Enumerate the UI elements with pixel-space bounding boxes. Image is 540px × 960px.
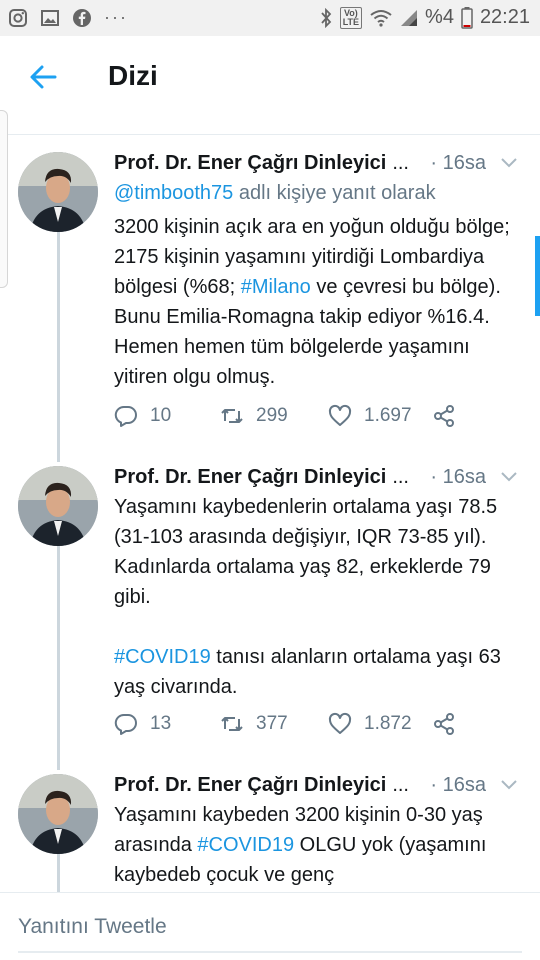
share-icon	[434, 405, 454, 427]
timestamp: · 16sa	[430, 774, 486, 796]
heart-icon	[328, 712, 352, 734]
facebook-icon	[73, 8, 91, 27]
tweet-text: 3200 kişinin açık ara en yoğun olduğu bö…	[114, 212, 524, 392]
tweet-text-part: Yaşamını kaybedenlerin ortalama yaşı 78.…	[114, 496, 498, 608]
timestamp: · 16sa	[430, 466, 486, 488]
share-icon	[434, 713, 454, 735]
app-header: Dizi	[0, 36, 540, 122]
hashtag-link[interactable]: #COVID19	[197, 834, 294, 856]
like-button[interactable]: 1.697	[328, 404, 412, 428]
like-count: 1.697	[364, 405, 412, 426]
ellipsis: ...	[392, 152, 409, 174]
chevron-down-icon[interactable]	[500, 470, 518, 484]
status-bar: ··· Vo) LTE %4 22:21	[0, 0, 540, 36]
hashtag-link[interactable]: #COVID19	[114, 646, 211, 668]
reply-count: 10	[150, 405, 172, 426]
clock: 22:21	[479, 6, 530, 28]
retweet-icon	[221, 717, 243, 731]
reply-composer-bar: Yanıtını Tweetle	[0, 892, 540, 960]
divider	[8, 134, 540, 135]
like-count: 1.872	[364, 713, 412, 734]
share-button[interactable]	[432, 712, 456, 736]
more-notifications-icon: ···	[104, 7, 128, 27]
instagram-icon	[9, 8, 27, 27]
retweet-icon	[221, 409, 243, 423]
share-button[interactable]	[432, 404, 456, 428]
tweet-text: Yaşamını kaybedenlerin ortalama yaşı 78.…	[114, 492, 524, 702]
avatar[interactable]	[18, 774, 98, 854]
battery-icon	[461, 6, 473, 29]
timestamp: · 16sa	[430, 152, 486, 174]
mention-link[interactable]: @timbooth75	[114, 182, 233, 204]
signal-icon	[401, 9, 418, 26]
retweet-button[interactable]: 299	[220, 404, 288, 428]
battery-percent: %4	[425, 6, 454, 28]
reply-button[interactable]: 10	[114, 404, 171, 428]
back-arrow-icon[interactable]	[28, 62, 58, 92]
ellipsis: ...	[392, 466, 409, 488]
reply-icon	[114, 713, 137, 735]
wifi-icon	[370, 9, 392, 27]
tweet[interactable]: Prof. Dr. Ener Çağrı Dinleyici... · 16sa…	[0, 466, 540, 756]
author-name[interactable]: Prof. Dr. Ener Çağrı Dinleyici	[114, 466, 386, 488]
tweet[interactable]: Prof. Dr. Ener Çağrı Dinleyici... · 16sa…	[0, 774, 540, 892]
chevron-down-icon[interactable]	[500, 778, 518, 792]
page-title: Dizi	[108, 60, 158, 91]
avatar[interactable]	[18, 152, 98, 232]
reply-count: 13	[150, 713, 172, 734]
tweet-actions: 10 299 1.697	[114, 404, 474, 434]
reply-icon	[114, 405, 137, 427]
author-name[interactable]: Prof. Dr. Ener Çağrı Dinleyici	[114, 152, 386, 174]
reply-button[interactable]: 13	[114, 712, 171, 736]
volte-icon: Vo) LTE	[339, 6, 363, 29]
retweet-count: 377	[256, 713, 288, 734]
tweet-header: Prof. Dr. Ener Çağrı Dinleyici... · 16sa	[114, 152, 524, 180]
gallery-icon	[41, 9, 59, 26]
retweet-button[interactable]: 377	[220, 712, 288, 736]
like-button[interactable]: 1.872	[328, 712, 412, 736]
reply-context: @timbooth75 adlı kişiye yanıt olarak	[114, 182, 436, 205]
hashtag-link[interactable]: #Milano	[241, 276, 311, 298]
avatar[interactable]	[18, 466, 98, 546]
reply-context-text: adlı kişiye yanıt olarak	[233, 182, 436, 204]
tweet-text: Yaşamını kaybeden 3200 kişinin 0-30 yaş …	[114, 800, 524, 890]
heart-icon	[328, 404, 352, 426]
tweet-header: Prof. Dr. Ener Çağrı Dinleyici... · 16sa	[114, 774, 524, 802]
tweet-actions: 13 377 1.872	[114, 712, 474, 742]
chevron-down-icon[interactable]	[500, 156, 518, 170]
author-name[interactable]: Prof. Dr. Ener Çağrı Dinleyici	[114, 774, 386, 796]
ellipsis: ...	[392, 774, 409, 796]
retweet-count: 299	[256, 405, 288, 426]
tweet-header: Prof. Dr. Ener Çağrı Dinleyici... · 16sa	[114, 466, 524, 494]
bluetooth-icon	[321, 7, 331, 28]
reply-input[interactable]: Yanıtını Tweetle	[18, 911, 522, 953]
tweet[interactable]: Prof. Dr. Ener Çağrı Dinleyici... · 16sa…	[0, 152, 540, 442]
